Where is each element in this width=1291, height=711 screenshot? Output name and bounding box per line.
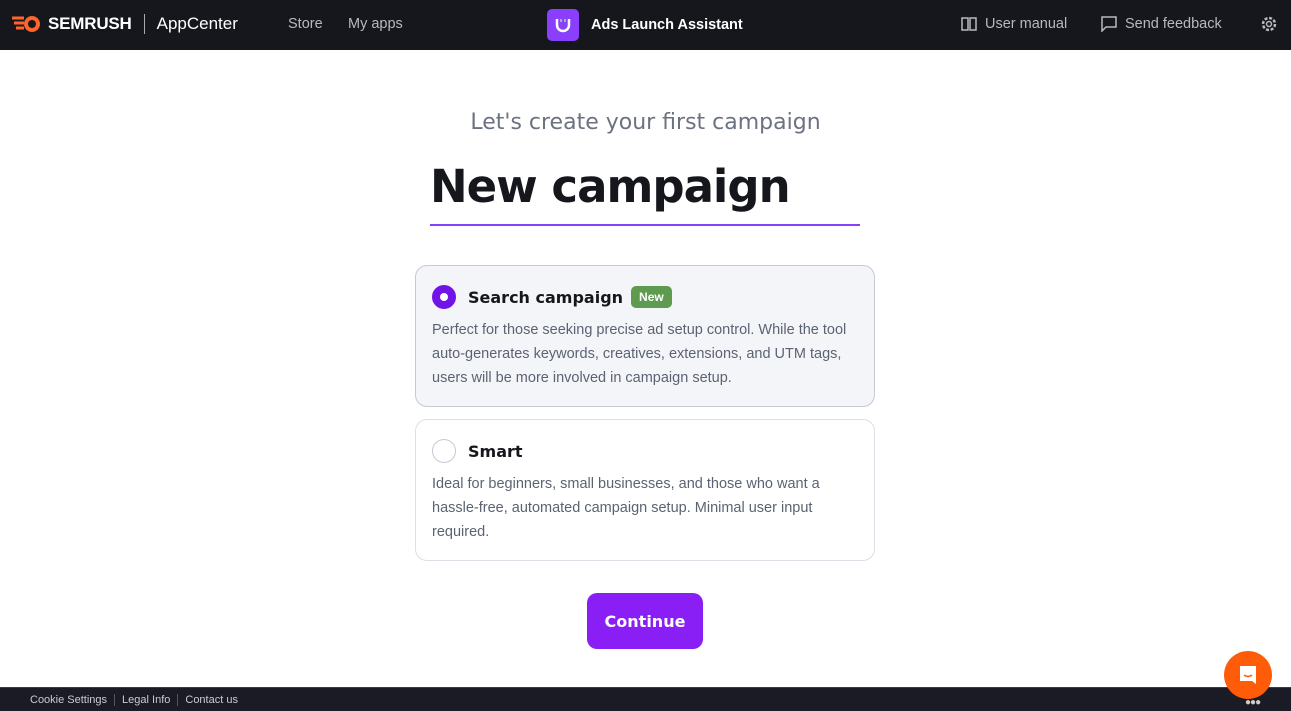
option-description: Ideal for beginners, small businesses, a… (432, 476, 820, 540)
user-manual-label: User manual (985, 16, 1068, 32)
app-name: Ads Launch Assistant (591, 17, 743, 33)
current-app: Ads Launch Assistant (547, 9, 743, 41)
radio-search-campaign[interactable] (432, 285, 456, 309)
chat-icon (1240, 666, 1256, 684)
option-title: Smart (468, 441, 523, 461)
option-title: Search campaign (468, 287, 624, 307)
page-subtitle: Let's create your first campaign (470, 110, 821, 135)
divider (143, 14, 145, 34)
app-smile-icon (547, 9, 579, 41)
campaign-name-input[interactable]: New campaign (430, 155, 860, 226)
product-name: AppCenter (156, 14, 238, 33)
radio-smart[interactable] (432, 439, 456, 463)
continue-button[interactable]: Continue (587, 593, 703, 649)
contact-us-link[interactable]: Contact us (177, 693, 245, 706)
brand-name: SEMRUSH (48, 14, 132, 33)
send-feedback-label: Send feedback (1125, 16, 1222, 32)
option-description: Perfect for those seeking precise ad set… (432, 322, 847, 386)
nav-my-apps[interactable]: My apps (348, 16, 403, 32)
settings-button[interactable] (1260, 15, 1278, 33)
gear-icon (1261, 16, 1277, 32)
user-manual-link[interactable]: User manual (961, 16, 1067, 32)
option-search-campaign[interactable]: Search campaign New Perfect for those se… (415, 265, 875, 407)
more-dots-icon[interactable]: ●●● (1245, 697, 1261, 708)
top-bar: SEMRUSH AppCenter Store My apps Ads Laun… (0, 0, 1291, 50)
cookie-settings-link[interactable]: Cookie Settings (30, 694, 114, 706)
semrush-logo[interactable]: SEMRUSH AppCenter (12, 14, 238, 34)
chat-launcher-button[interactable] (1224, 651, 1272, 699)
nav-store[interactable]: Store (288, 16, 323, 32)
book-icon (961, 17, 977, 31)
semrush-flame-icon (12, 16, 40, 32)
message-icon (1101, 16, 1117, 32)
footer: Cookie Settings Legal Info Contact us (0, 687, 1291, 711)
legal-info-link[interactable]: Legal Info (114, 693, 177, 706)
send-feedback-link[interactable]: Send feedback (1101, 16, 1222, 32)
option-smart[interactable]: Smart Ideal for beginners, small busines… (415, 419, 875, 561)
new-badge: New (631, 286, 672, 308)
